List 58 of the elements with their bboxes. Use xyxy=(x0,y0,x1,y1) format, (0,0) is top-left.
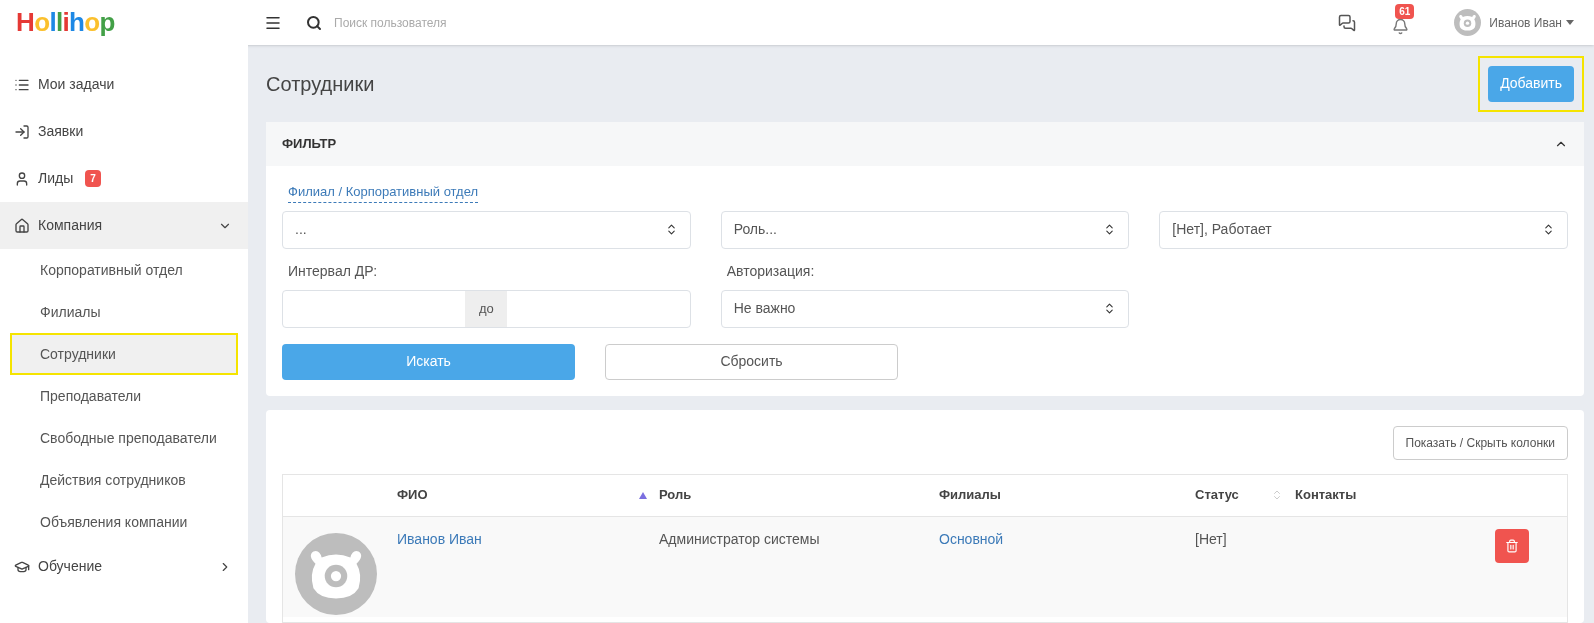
column-header[interactable]: Контакты xyxy=(1295,485,1357,505)
sidebar-subitem[interactable]: Свободные преподаватели xyxy=(10,417,238,459)
sidebar-label: Мои задачи xyxy=(38,75,115,94)
field-label: Интервал ДР: xyxy=(288,261,379,281)
reset-button[interactable]: Сбросить xyxy=(605,343,898,380)
caret-icon xyxy=(1566,20,1574,25)
sidebar-label: Обучение xyxy=(38,557,103,576)
table-cell-text: [Нет] xyxy=(1195,529,1228,549)
bell-button[interactable] xyxy=(1392,18,1410,35)
column-header[interactable]: Статус xyxy=(1195,485,1239,505)
sidebar-label: Заявки xyxy=(38,122,84,141)
sidebar-item[interactable]: Компания xyxy=(0,202,248,249)
table-cell-text: Администратор системы xyxy=(659,529,821,549)
enter-icon xyxy=(14,123,30,140)
sidebar-item[interactable]: Мои задачи xyxy=(0,61,248,108)
user-icon xyxy=(14,170,30,187)
select-field[interactable]: Не важно xyxy=(720,289,1130,328)
column-header[interactable]: ФИО xyxy=(397,485,428,505)
sidebar-subitem[interactable]: Объявления компании xyxy=(10,501,238,543)
sidebar-label: Компания xyxy=(38,216,103,235)
sidebar-subitem[interactable]: Действия сотрудников xyxy=(10,459,238,501)
search-icon xyxy=(306,14,322,31)
branch-link[interactable]: Филиал / Корпоративный отдел xyxy=(288,182,479,203)
columns-button[interactable]: Показать / Скрыть колонки xyxy=(1392,425,1568,460)
sidebar-subitem[interactable]: Преподаватели xyxy=(10,375,238,417)
column-header[interactable]: Филиалы xyxy=(939,485,1001,505)
sidebar-subitem[interactable]: Сотрудники xyxy=(10,333,238,375)
branch-link[interactable]: Основной xyxy=(939,528,1195,550)
sidebar-subitem[interactable]: Корпоративный отдел xyxy=(10,249,238,291)
chat-icon xyxy=(1338,13,1357,32)
column-header[interactable]: Роль xyxy=(659,485,692,505)
employee-name-link[interactable]: Иванов Иван xyxy=(397,528,659,550)
home-icon xyxy=(14,217,30,234)
filter-header[interactable]: ФИЛЬТР xyxy=(266,122,1584,166)
sidebar-item[interactable]: Обучение xyxy=(0,543,248,590)
field-label: Авторизация: xyxy=(726,261,816,281)
sidebar-item[interactable]: Лиды 7 xyxy=(0,155,248,202)
bell-icon xyxy=(1392,18,1410,35)
chat-button[interactable] xyxy=(1338,13,1357,32)
sidebar-label: Лиды xyxy=(38,169,74,188)
trash-icon xyxy=(1505,538,1519,553)
select-field[interactable]: Роль... xyxy=(720,210,1130,249)
sidebar-item[interactable]: Заявки xyxy=(0,108,248,155)
select-field[interactable]: ... xyxy=(282,210,691,249)
count-badge: 7 xyxy=(85,170,101,187)
filter-title: ФИЛЬТР xyxy=(282,135,337,154)
robot-avatar-icon xyxy=(1454,9,1482,36)
range-separator: до xyxy=(465,290,508,327)
delete-button[interactable] xyxy=(1495,528,1529,563)
date-range-field[interactable]: до xyxy=(282,289,691,328)
notification-badge: 61 xyxy=(1395,4,1415,19)
sort-arrows-icon xyxy=(1542,223,1555,236)
user-menu[interactable]: Иванов Иван xyxy=(1489,13,1574,32)
logo[interactable]: Hollihop xyxy=(0,3,248,42)
search-field[interactable]: Поиск пользователя xyxy=(334,13,634,32)
page-title: Сотрудники xyxy=(266,71,375,97)
select-field[interactable]: [Нет], Работает xyxy=(1159,210,1568,249)
sidebar-subitem[interactable]: Филиалы xyxy=(10,291,238,333)
